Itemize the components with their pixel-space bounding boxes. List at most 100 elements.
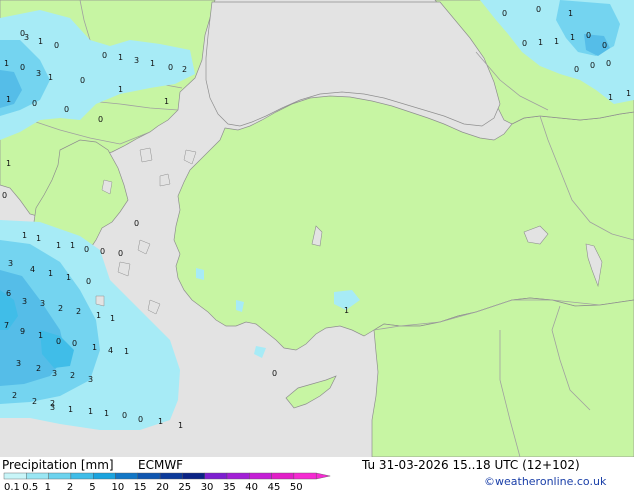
- precip-value-label: 0: [56, 337, 61, 346]
- precip-value-label: 0: [134, 219, 139, 228]
- precip-value-label: 0: [522, 39, 527, 48]
- precip-value-label: 1: [88, 407, 93, 416]
- precip-value-label: 1: [92, 343, 97, 352]
- precip-value-label: 1: [554, 37, 559, 46]
- scale-swatch: [115, 472, 138, 480]
- precip-value-label: 0: [138, 415, 143, 424]
- precip-value-label: 0: [86, 277, 91, 286]
- precip-value-label: 1: [344, 306, 349, 315]
- precip-value-label: 1: [70, 241, 75, 250]
- color-scale: 0.1 0.5 1 2 5 10 15 20 25 30 35 40 45 50: [3, 472, 331, 492]
- scale-tick-label: 10: [112, 482, 125, 492]
- valid-time: Tu 31-03-2026 15..18 UTC (12+102): [362, 458, 580, 472]
- precip-value-label: 0: [168, 63, 173, 72]
- precip-value-label: 1: [568, 9, 573, 18]
- scale-swatch: [92, 472, 116, 480]
- precip-value-label: 0: [122, 411, 127, 420]
- precip-value-label: 1: [110, 314, 115, 323]
- precip-value-label: 1: [626, 89, 631, 98]
- precip-value-label: 0: [54, 41, 59, 50]
- precip-value-label: 0: [606, 59, 611, 68]
- scale-tick-label: 50: [290, 482, 303, 492]
- precip-value-label: 1: [66, 273, 71, 282]
- precip-value-label: 1: [104, 409, 109, 418]
- precip-value-label: 0: [2, 191, 7, 200]
- scale-tick-label: 15: [134, 482, 147, 492]
- precip-value-label: 1: [178, 421, 183, 430]
- precip-value-label: 0: [502, 9, 507, 18]
- precip-value-label: 1: [158, 417, 163, 426]
- precip-value-label: 1: [22, 231, 27, 240]
- precip-value-label: 2: [36, 364, 41, 373]
- precipitation-map: 0310103101310201100010111110000341106332…: [0, 0, 634, 457]
- precip-value-label: 3: [8, 259, 13, 268]
- bottom-bar: Precipitation [mm] ECMWF Tu 31-03-2026 1…: [0, 457, 634, 492]
- precip-value-label: 0: [102, 51, 107, 60]
- precip-value-label: 1: [150, 59, 155, 68]
- precip-value-label: 3: [40, 299, 45, 308]
- precip-value-label: 3: [134, 56, 139, 65]
- precip-value-label: 4: [30, 265, 35, 274]
- precip-value-label: 0: [590, 61, 595, 70]
- scale-swatch: [70, 472, 94, 480]
- scale-tick-label: 35: [223, 482, 236, 492]
- scale-swatch: [48, 472, 72, 480]
- precip-value-label: 1: [96, 311, 101, 320]
- credit-link[interactable]: ©weatheronline.co.uk: [484, 475, 606, 488]
- precip-value-label: 1: [6, 95, 11, 104]
- precip-value-label: 1: [118, 85, 123, 94]
- scale-tick-label: 20: [156, 482, 169, 492]
- scale-tick-label: 30: [201, 482, 214, 492]
- precip-value-label: 1: [48, 73, 53, 82]
- precip-value-label: 2: [70, 371, 75, 380]
- scale-tick-label: 0.5: [22, 482, 38, 492]
- model-name: ECMWF: [138, 458, 184, 472]
- precip-value-label: 1: [68, 405, 73, 414]
- precip-value-label: 2: [76, 307, 81, 316]
- precip-value-label: 1: [56, 241, 61, 250]
- precip-value-label: 0: [32, 99, 37, 108]
- precip-value-label: 1: [6, 159, 11, 168]
- precip-value-label: 0: [272, 369, 277, 378]
- precip-value-label: 0: [84, 245, 89, 254]
- precip-value-label: 0: [72, 339, 77, 348]
- precip-value-label: 1: [48, 269, 53, 278]
- precip-value-label: 2: [182, 65, 187, 74]
- scale-tick-label: 0.1: [4, 482, 20, 492]
- precip-value-label: 9: [20, 327, 25, 336]
- precip-value-label: 3: [36, 69, 41, 78]
- scale-swatch: [159, 472, 183, 480]
- precip-value-label: 2: [32, 397, 37, 406]
- precip-value-label: 0: [586, 31, 591, 40]
- scale-swatch: [182, 472, 205, 480]
- precip-value-label: 1: [164, 97, 169, 106]
- scale-arrow: [316, 472, 331, 480]
- precip-value-label: 3: [16, 359, 21, 368]
- precip-value-label: 4: [108, 346, 113, 355]
- precip-value-label: 2: [12, 391, 17, 400]
- precip-value-label: 0: [602, 41, 607, 50]
- precip-value-label: 6: [6, 289, 11, 298]
- scale-tick-label: 45: [268, 482, 281, 492]
- precip-value-label: 1: [538, 38, 543, 47]
- scale-tick-label: 25: [178, 482, 191, 492]
- scale-tick-label: 1: [45, 482, 51, 492]
- precip-value-label: 3: [88, 375, 93, 384]
- scale-swatch: [204, 472, 228, 480]
- precip-value-label: 0: [98, 115, 103, 124]
- precip-value-label: 3: [22, 297, 27, 306]
- precip-value-label: 3: [24, 33, 29, 42]
- precip-value-label: 1: [124, 347, 129, 356]
- scale-swatch: [137, 472, 161, 480]
- precip-value-label: 1: [36, 234, 41, 243]
- precip-value-label: 0: [64, 105, 69, 114]
- product-title: Precipitation [mm]: [2, 458, 114, 472]
- precip-value-label: 0: [536, 5, 541, 14]
- scale-swatch: [226, 472, 250, 480]
- precip-value-label: 3: [50, 403, 55, 412]
- precip-value-label: 1: [118, 53, 123, 62]
- scale-tick-label: 5: [89, 482, 95, 492]
- scale-tick-label: 40: [245, 482, 258, 492]
- precip-value-label: 0: [100, 247, 105, 256]
- scale-tick-label: 2: [67, 482, 73, 492]
